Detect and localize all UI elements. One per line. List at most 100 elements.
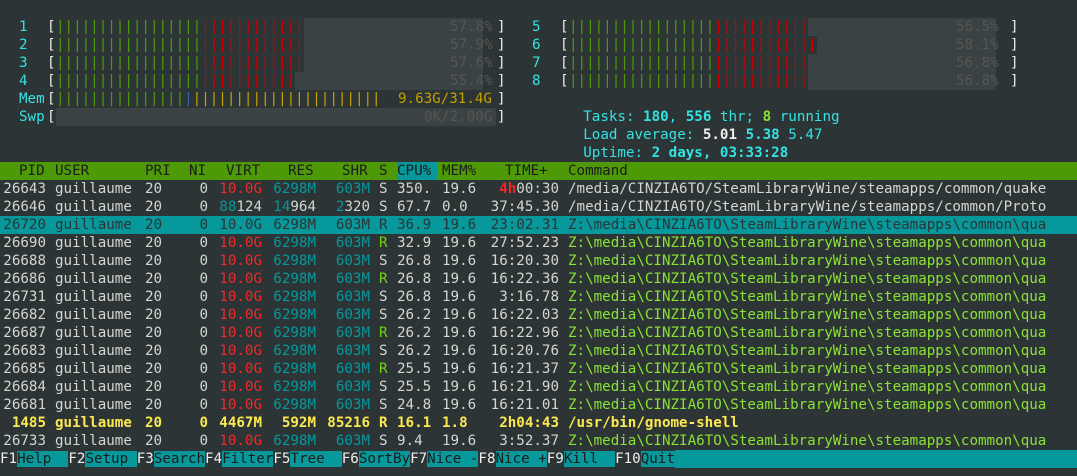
user-cell: guillaume <box>55 181 132 197</box>
pid-cell: 26681 <box>3 397 46 413</box>
cpu-id: 6 <box>532 37 541 53</box>
cpu-meter-7: 7[|||||||||||||||||||||||||||| 56.8%] <box>532 54 1019 72</box>
col-time[interactable]: TIME+ <box>505 162 548 180</box>
fkey-label-f3[interactable]: Search <box>153 451 206 467</box>
shr-cell: 603M <box>335 217 370 233</box>
process-row[interactable]: 26690 guillaume 20 0 10.0G 6298M 603M R 32.9 19.6… <box>0 234 1077 252</box>
pid-cell: 26682 <box>3 307 46 323</box>
process-row[interactable]: 26684 guillaume 20 0 10.0G 6298M 603M S 25.5 19.6… <box>0 378 1077 396</box>
process-row[interactable]: 26683 guillaume 20 0 10.0G 6298M 603M S 26.2 19.6… <box>0 342 1077 360</box>
fkey-label-f6[interactable]: SortBy <box>358 451 411 467</box>
col-user[interactable]: USER <box>55 162 89 180</box>
state-cell: R <box>379 361 388 377</box>
time-cell: 23:02.31 <box>490 217 559 233</box>
fkey-label-f2[interactable]: Setup <box>85 451 137 467</box>
pid-cell: 26683 <box>3 343 46 359</box>
ni-cell: 0 <box>199 199 208 215</box>
col-command[interactable]: Command <box>568 162 628 180</box>
fkey-f1: F1 <box>0 451 18 467</box>
swp-meter: Swp [ 0K/2.00G ] <box>19 108 506 126</box>
pid-cell: 26733 <box>3 433 46 449</box>
process-row[interactable]: 26686 guillaume 20 0 10.0G 6298M 603M R 26.8 19.6… <box>0 270 1077 288</box>
shr-cell: 603M <box>335 253 370 269</box>
command-cell: Z:\media\CINZIA6TO\SteamLibraryWine\stea… <box>568 361 1047 377</box>
fkey-f2: F2 <box>68 451 86 467</box>
state-cell: S <box>379 343 388 359</box>
ni-cell: 0 <box>199 253 208 269</box>
cpu-percent: 55.4% <box>450 73 493 89</box>
user-cell: guillaume <box>55 289 132 305</box>
fkey-label-f8[interactable]: Nice + <box>495 451 547 467</box>
cpu-id: 3 <box>19 55 28 71</box>
col-ni[interactable]: NI <box>189 162 206 180</box>
virt-cell: 10.0G <box>219 325 262 341</box>
process-row[interactable]: 26646 guillaume 20 0 88124 14964 2320 S 67.7 0.0 3… <box>0 198 1077 216</box>
pid-cell: 26646 <box>3 199 46 215</box>
col-shr[interactable]: SHR <box>342 162 368 180</box>
ni-cell: 0 <box>199 307 208 323</box>
process-row[interactable]: 26733 guillaume 20 0 10.0G 6298M 603M S 9.4 19.6 3… <box>0 432 1077 450</box>
command-cell: Z:\media\CINZIA6TO\SteamLibraryWine\stea… <box>568 235 1047 251</box>
process-row[interactable]: 26688 guillaume 20 0 10.0G 6298M 603M S 26.8 19.6… <box>0 252 1077 270</box>
fkey-label-f1[interactable]: Help <box>17 451 69 467</box>
process-row[interactable]: 1485 guillaume 20 0 4467M 592M 85216 R 16.1 1.8 2h… <box>0 414 1077 432</box>
cpu-id: 2 <box>19 37 28 53</box>
command-cell: Z:\media\CINZIA6TO\SteamLibraryWine\stea… <box>568 379 1047 395</box>
fkey-label-f9[interactable]: Kill <box>563 451 616 467</box>
process-row[interactable]: 26731 guillaume 20 0 10.0G 6298M 603M S 26.8 19.6… <box>0 288 1077 306</box>
cpu-id: 7 <box>532 55 541 71</box>
ni-cell: 0 <box>199 415 208 431</box>
command-cell: /media/CINZIA6TO/SteamLibraryWine/steama… <box>568 199 1047 215</box>
fkey-label-f5[interactable]: Tree <box>290 451 342 467</box>
col-state[interactable]: S <box>379 162 388 180</box>
col-pid[interactable]: PID <box>19 162 45 180</box>
virt-cell: 10.0G <box>219 253 262 269</box>
shr-cell: 2320 <box>335 199 370 215</box>
process-row[interactable]: 26687 guillaume 20 0 10.0G 6298M 603M R 26.2 19.6… <box>0 324 1077 342</box>
fkey-label-f10[interactable]: Quit <box>640 451 675 467</box>
pri-cell: 20 <box>145 397 163 413</box>
cpu-meter-4: 4[|||||||||||||||||||||||||||| 55.4%] <box>19 72 506 90</box>
shr-cell: 603M <box>335 289 370 305</box>
user-cell: guillaume <box>55 199 132 215</box>
col-cpu-sorted[interactable]: CPU% <box>397 162 437 180</box>
mem-cell: 19.6 <box>442 235 477 251</box>
mem-cell: 19.6 <box>442 361 477 377</box>
time-cell: 16:22.03 <box>490 307 559 323</box>
process-row[interactable]: 26681 guillaume 20 0 10.0G 6298M 603M S 24.8 19.6… <box>0 396 1077 414</box>
col-mem[interactable]: MEM% <box>442 162 476 180</box>
ni-cell: 0 <box>199 181 208 197</box>
cpu-meter-3: 3[||||||||||||||||||||||||||||| 57.6%] <box>19 54 506 72</box>
col-res[interactable]: RES <box>288 162 314 180</box>
ni-cell: 0 <box>199 271 208 287</box>
process-row[interactable]: 26643 guillaume 20 0 10.0G 6298M 603M S 350. 19.6… <box>0 180 1077 198</box>
time-cell: 2h04:43 <box>499 415 559 431</box>
cpu-cell: 350. <box>397 181 432 197</box>
tasks-meter: Tasks: 180, 556 thr; 8 running <box>583 109 840 125</box>
col-pri[interactable]: PRI <box>145 162 171 180</box>
cpu-cell: 36.9 <box>397 217 432 233</box>
col-virt[interactable]: VIRT <box>226 162 260 180</box>
state-cell: R <box>379 415 388 431</box>
process-row[interactable]: 26685 guillaume 20 0 10.0G 6298M 603M R 25.5 19.6… <box>0 360 1077 378</box>
mem-cell: 1.8 <box>442 415 468 431</box>
pid-cell: 1485 <box>11 415 46 431</box>
mem-cell: 19.6 <box>442 289 477 305</box>
fkey-f9: F9 <box>546 451 564 467</box>
process-row[interactable]: 26682 guillaume 20 0 10.0G 6298M 603M S 26.2 19.6… <box>0 306 1077 324</box>
time-cell: 27:52.23 <box>490 235 559 251</box>
mem-cell: 19.6 <box>442 397 477 413</box>
command-cell: Z:\media\CINZIA6TO\SteamLibraryWine\stea… <box>568 397 1047 413</box>
cpu-cell: 26.2 <box>397 343 432 359</box>
res-cell: 6298M <box>273 271 316 287</box>
process-row[interactable]: 26720 guillaume 20 0 10.0G 6298M 603M R 36.9 19.6… <box>0 216 1077 234</box>
res-cell: 6298M <box>273 181 316 197</box>
fkey-label-f4[interactable]: Filter <box>222 451 274 467</box>
load-meter: Load average: 5.01 5.38 5.47 <box>583 127 823 143</box>
virt-cell: 10.0G <box>219 307 262 323</box>
time-cell: 16:22.96 <box>490 325 559 341</box>
pri-cell: 20 <box>145 325 163 341</box>
res-cell: 6298M <box>273 307 316 323</box>
fkey-label-f7[interactable]: Nice - <box>427 451 479 467</box>
user-cell: guillaume <box>55 361 132 377</box>
